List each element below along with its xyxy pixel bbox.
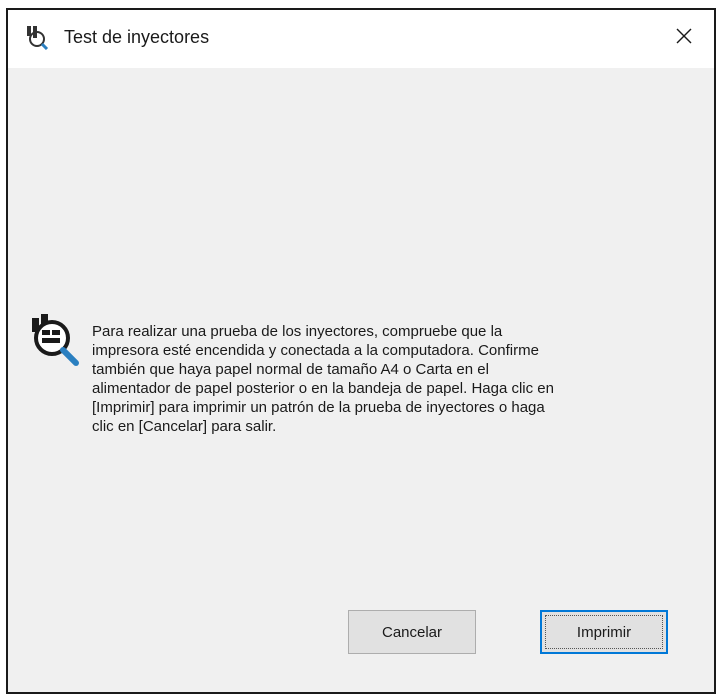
close-icon: [674, 26, 694, 51]
window-title: Test de inyectores: [64, 27, 210, 47]
title-bar: Test de inyectores: [8, 10, 714, 68]
cancel-button[interactable]: Cancelar: [348, 610, 476, 654]
dialog-window: Test de inyectores Para realizar una pru…: [6, 8, 716, 694]
close-button[interactable]: [662, 16, 706, 60]
instruction-text: Para realizar una prueba de los inyector…: [92, 323, 554, 435]
nozzle-check-magnifier-icon: [26, 310, 84, 368]
print-button[interactable]: Imprimir: [540, 610, 668, 654]
nozzle-check-icon: [24, 24, 50, 51]
